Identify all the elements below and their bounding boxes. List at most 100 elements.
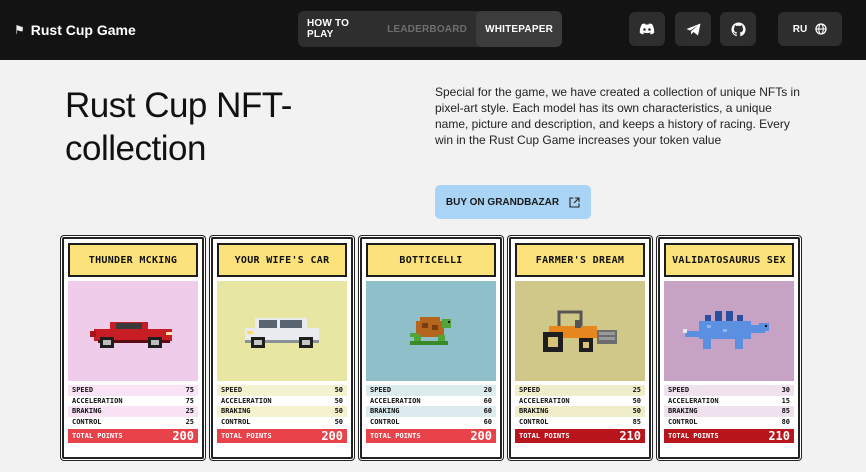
card-artwork: [515, 281, 645, 381]
stat-value: 60: [483, 396, 492, 405]
card-name: YOUR WIFE'S CAR: [217, 243, 347, 277]
card-stats: SPEED 30 ACCELERATION 15 BRAKING 85 CONTROL…: [664, 385, 794, 427]
card-stats: SPEED 20 ACCELERATION 60 BRAKING 60 CONTROL…: [366, 385, 496, 427]
nft-card[interactable]: YOUR WIFE'S CAR SPEED 50 ACCELERATION 50 B…: [211, 237, 353, 459]
stat-label: CONTROL: [519, 417, 549, 426]
total-points-bar: TOTAL POINTS 200: [366, 429, 496, 443]
discord-icon: [639, 23, 655, 35]
stat-label: ACCELERATION: [221, 396, 272, 405]
language-switcher[interactable]: RU: [778, 12, 842, 46]
stat-label: CONTROL: [668, 417, 698, 426]
total-value: 210: [768, 429, 790, 443]
stat-value: 75: [185, 386, 194, 395]
total-value: 200: [172, 429, 194, 443]
flag-icon: ⚑: [14, 23, 25, 37]
stat-value: 50: [334, 407, 343, 416]
stat-value: 20: [483, 386, 492, 395]
nav-how-to-play[interactable]: HOW TO PLAY: [298, 11, 378, 47]
stat-label: SPEED: [519, 386, 541, 395]
stat-label: SPEED: [221, 386, 243, 395]
buy-button-label: BUY ON GRANDBAZAR: [445, 196, 560, 208]
stat-value: 15: [781, 396, 790, 405]
github-icon: [730, 21, 746, 36]
github-button[interactable]: [720, 12, 756, 46]
stat-label: CONTROL: [370, 417, 400, 426]
card-stats: SPEED 25 ACCELERATION 50 BRAKING 50 CONTROL…: [515, 385, 645, 427]
total-label: TOTAL POINTS: [72, 432, 123, 440]
stat-value: 75: [185, 396, 194, 405]
card-name: VALIDATOSAURUS SEX: [664, 243, 794, 277]
stat-label: CONTROL: [72, 417, 102, 426]
telegram-icon: [686, 23, 700, 35]
discord-button[interactable]: [629, 12, 665, 46]
total-points-bar: TOTAL POINTS 210: [515, 429, 645, 443]
brand-logo[interactable]: ⚑ Rust Cup Game: [14, 19, 136, 41]
card-artwork: [664, 281, 794, 381]
stat-value: 50: [334, 417, 343, 426]
stat-label: SPEED: [668, 386, 690, 395]
stat-label: ACCELERATION: [72, 396, 123, 405]
stat-label: BRAKING: [221, 407, 251, 416]
stat-label: BRAKING: [72, 407, 102, 416]
card-stats: SPEED 50 ACCELERATION 50 BRAKING 50 CONTROL…: [217, 385, 347, 427]
nav-leaderboard: LEADERBOARD: [387, 23, 468, 35]
brand-name: Rust Cup Game: [30, 22, 136, 38]
page-title: Rust Cup NFT-collection: [65, 86, 292, 168]
total-label: TOTAL POINTS: [519, 432, 570, 440]
language-label: RU: [792, 23, 808, 35]
total-label: TOTAL POINTS: [668, 432, 719, 440]
stat-value: 25: [632, 386, 641, 395]
stat-value: 50: [632, 407, 641, 416]
stat-label: BRAKING: [668, 407, 698, 416]
stat-label: ACCELERATION: [668, 396, 719, 405]
nft-card[interactable]: FARMER'S DREAM SPEED 25 ACCELERATION 50 BR…: [509, 237, 651, 459]
total-label: TOTAL POINTS: [370, 432, 421, 440]
nft-card[interactable]: THUNDER MCKING SPEED 75 ACCELERATION 75 BR…: [62, 237, 204, 459]
tractor-icon: [543, 310, 617, 352]
nav-whitepaper[interactable]: WHITEPAPER: [476, 11, 562, 47]
stat-label: BRAKING: [370, 407, 400, 416]
sports-car-icon: [90, 322, 172, 348]
turtle-icon: [410, 317, 451, 345]
total-points-bar: TOTAL POINTS 200: [217, 429, 347, 443]
stat-label: ACCELERATION: [370, 396, 421, 405]
stegosaurus-icon: [683, 311, 769, 349]
stat-value: 85: [632, 417, 641, 426]
stat-label: BRAKING: [519, 407, 549, 416]
stat-value: 60: [483, 417, 492, 426]
stat-value: 60: [483, 407, 492, 416]
stat-value: 80: [781, 417, 790, 426]
globe-icon: [815, 23, 827, 35]
total-value: 210: [619, 429, 641, 443]
stat-value: 50: [334, 386, 343, 395]
stat-label: SPEED: [370, 386, 392, 395]
nft-card[interactable]: VALIDATOSAURUS SEX SPEED 30 ACCELERATION 1…: [658, 237, 800, 459]
stat-value: 25: [185, 417, 194, 426]
top-bar: ⚑ Rust Cup Game HOW TO PLAY LEADERBOARD …: [0, 0, 866, 60]
stat-value: 50: [334, 396, 343, 405]
total-points-bar: TOTAL POINTS 210: [664, 429, 794, 443]
card-artwork: [68, 281, 198, 381]
hatchback-car-icon: [245, 318, 319, 348]
card-artwork: [366, 281, 496, 381]
total-value: 200: [321, 429, 343, 443]
card-stats: SPEED 75 ACCELERATION 75 BRAKING 25 CONTROL…: [68, 385, 198, 427]
nft-card[interactable]: BOTTICELLI SPEED 20 ACCELERATION 60 BRAKIN…: [360, 237, 502, 459]
main-nav: HOW TO PLAY LEADERBOARD WHITEPAPER: [298, 11, 562, 47]
stat-value: 50: [632, 396, 641, 405]
external-link-icon: [569, 196, 580, 208]
stat-value: 25: [185, 407, 194, 416]
total-value: 200: [470, 429, 492, 443]
card-name: BOTTICELLI: [366, 243, 496, 277]
card-name: THUNDER MCKING: [68, 243, 198, 277]
collection-description: Special for the game, we have created a …: [435, 85, 800, 147]
card-artwork: [217, 281, 347, 381]
buy-on-grandbazar-button[interactable]: BUY ON GRANDBAZAR: [435, 185, 591, 219]
stat-value: 30: [781, 386, 790, 395]
total-points-bar: TOTAL POINTS 200: [68, 429, 198, 443]
stat-value: 85: [781, 407, 790, 416]
total-label: TOTAL POINTS: [221, 432, 272, 440]
telegram-button[interactable]: [675, 12, 711, 46]
stat-label: SPEED: [72, 386, 94, 395]
card-name: FARMER'S DREAM: [515, 243, 645, 277]
